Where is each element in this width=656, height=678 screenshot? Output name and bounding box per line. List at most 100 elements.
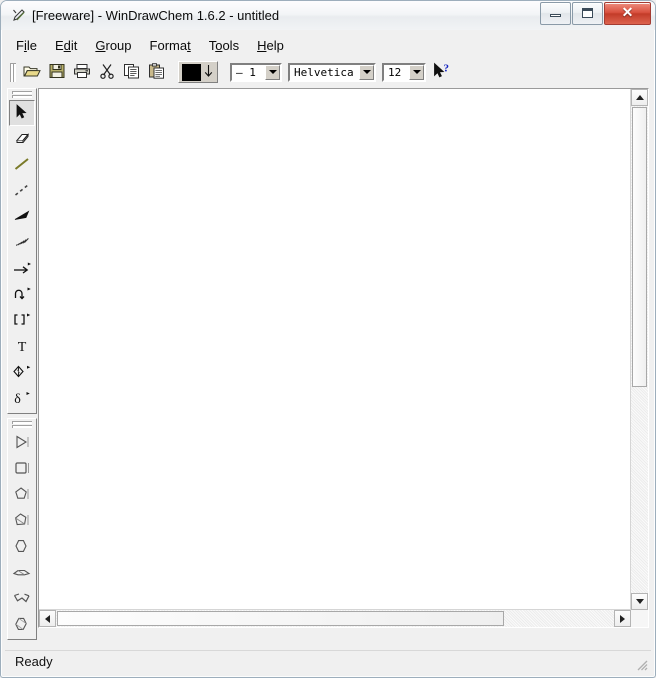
window-title: [Freeware] - WinDrawChem 1.6.2 - untitle…	[32, 8, 280, 23]
square-ring-icon	[13, 460, 31, 479]
minimize-icon	[550, 14, 561, 17]
toolbar-separator-1	[169, 60, 176, 84]
palette-grip-top[interactable]	[10, 90, 34, 99]
color-picker-button[interactable]	[178, 61, 218, 83]
tool-dashed-bond[interactable]	[9, 178, 35, 204]
menu-format-accel: t	[187, 37, 191, 53]
cut-button[interactable]	[94, 60, 119, 84]
line-width-combo[interactable]: — 1	[230, 62, 282, 82]
tool-square[interactable]	[9, 456, 35, 482]
hexagon-flat-icon	[12, 565, 32, 582]
palette-group-rings	[7, 418, 37, 640]
curved-arrow-icon	[12, 286, 32, 304]
horizontal-scrollbar[interactable]	[39, 609, 631, 627]
cursor-arrow-icon	[15, 103, 29, 123]
menu-edit-pre: E	[54, 37, 64, 53]
tool-select[interactable]	[9, 100, 35, 126]
svg-text:T: T	[18, 340, 27, 354]
application-window: [Freeware] - WinDrawChem 1.6.2 - untitle…	[0, 0, 656, 678]
chevron-down-icon[interactable]	[409, 64, 424, 80]
scroll-right-button[interactable]	[614, 610, 631, 627]
maximize-button[interactable]	[572, 2, 603, 25]
scroll-left-button[interactable]	[39, 610, 56, 627]
menu-file-pre: F	[16, 37, 24, 53]
menu-edit[interactable]: Edit	[46, 35, 86, 56]
bond-line-icon	[13, 156, 31, 175]
save-button[interactable]	[44, 60, 69, 84]
hexagon-3d-ring-icon	[13, 616, 31, 635]
tool-pentagon[interactable]	[9, 482, 35, 508]
menu-group[interactable]: Group	[86, 35, 140, 56]
svg-text:?: ?	[444, 62, 450, 74]
tool-orbital[interactable]	[9, 360, 35, 386]
chair-ring-icon	[12, 591, 32, 608]
menu-edit-post: it	[70, 37, 78, 53]
title-bar[interactable]: [Freeware] - WinDrawChem 1.6.2 - untitle…	[1, 1, 655, 30]
tool-bracket[interactable]	[9, 308, 35, 334]
tool-hexagon-flat[interactable]	[9, 560, 35, 586]
scroll-down-button[interactable]	[631, 593, 648, 610]
tool-triangle[interactable]	[9, 430, 35, 456]
tool-bond[interactable]	[9, 152, 35, 178]
vertical-scroll-thumb[interactable]	[632, 107, 647, 387]
printer-icon	[73, 63, 91, 82]
tool-hexagon-3d[interactable]	[9, 612, 35, 638]
toolbar-grip[interactable]	[9, 62, 16, 82]
tool-wedge-bond[interactable]	[9, 204, 35, 230]
client-area: File Edit Group Format Tools Help — 1 He…	[2, 30, 654, 676]
tool-eraser[interactable]	[9, 126, 35, 152]
tool-hexagon[interactable]	[9, 534, 35, 560]
chevron-down-icon[interactable]	[359, 64, 374, 80]
font-family-combo[interactable]: Helvetica	[288, 62, 376, 82]
orbital-icon	[12, 364, 32, 382]
menu-group-post: roup	[105, 37, 132, 53]
tool-chair[interactable]	[9, 586, 35, 612]
horizontal-scroll-thumb[interactable]	[57, 611, 504, 626]
menu-format[interactable]: Format	[141, 35, 200, 56]
bracket-icon	[12, 312, 32, 330]
copy-button[interactable]	[119, 60, 144, 84]
dropdown-arrow-icon	[203, 63, 214, 82]
tool-hash-bond[interactable]	[9, 230, 35, 256]
vertical-scrollbar[interactable]	[630, 89, 648, 610]
arrow-question-icon: ?	[432, 62, 452, 83]
menu-help-post: elp	[266, 37, 284, 53]
font-size-value: 12	[388, 65, 402, 79]
font-size-combo[interactable]: 12	[382, 62, 426, 82]
context-help-button[interactable]: ?	[429, 60, 455, 84]
minimize-button[interactable]	[540, 2, 571, 25]
open-button[interactable]	[19, 60, 44, 84]
tool-text[interactable]: T	[9, 334, 35, 360]
tool-pentagon-3d[interactable]	[9, 508, 35, 534]
menu-tools[interactable]: Tools	[200, 35, 248, 56]
menu-format-pre: Forma	[149, 37, 188, 53]
menu-file[interactable]: File	[7, 35, 46, 56]
triangle-ring-icon	[13, 434, 31, 453]
close-button[interactable]: ✕	[604, 2, 651, 25]
palette-grip-bottom[interactable]	[10, 420, 34, 429]
color-swatch	[182, 63, 201, 81]
close-icon: ✕	[621, 4, 634, 20]
scroll-up-button[interactable]	[631, 89, 648, 106]
canvas-frame	[38, 88, 649, 628]
print-button[interactable]	[69, 60, 94, 84]
menu-tools-post: ols	[222, 37, 240, 53]
pentagon-ring-icon	[13, 486, 31, 505]
menu-bar: File Edit Group Format Tools Help	[7, 33, 649, 57]
hashed-wedge-icon	[13, 235, 31, 252]
drawing-canvas[interactable]	[39, 89, 631, 610]
text-T-icon: T	[14, 338, 30, 357]
scroll-left-icon	[45, 614, 50, 623]
main-toolbar: — 1 Helvetica 12 ?	[7, 58, 649, 86]
chevron-down-icon[interactable]	[265, 64, 280, 80]
tool-arrow[interactable]	[9, 256, 35, 282]
resize-grip-icon[interactable]	[635, 658, 649, 672]
tool-symbol[interactable]: δ	[9, 386, 35, 412]
menu-group-accel: G	[95, 37, 106, 53]
tool-curved-arrow[interactable]	[9, 282, 35, 308]
window-controls: ✕	[539, 2, 651, 25]
dashed-bond-icon	[13, 182, 31, 201]
menu-help[interactable]: Help	[248, 35, 293, 56]
menu-edit-accel: d	[63, 37, 71, 53]
paste-button[interactable]	[144, 60, 169, 84]
